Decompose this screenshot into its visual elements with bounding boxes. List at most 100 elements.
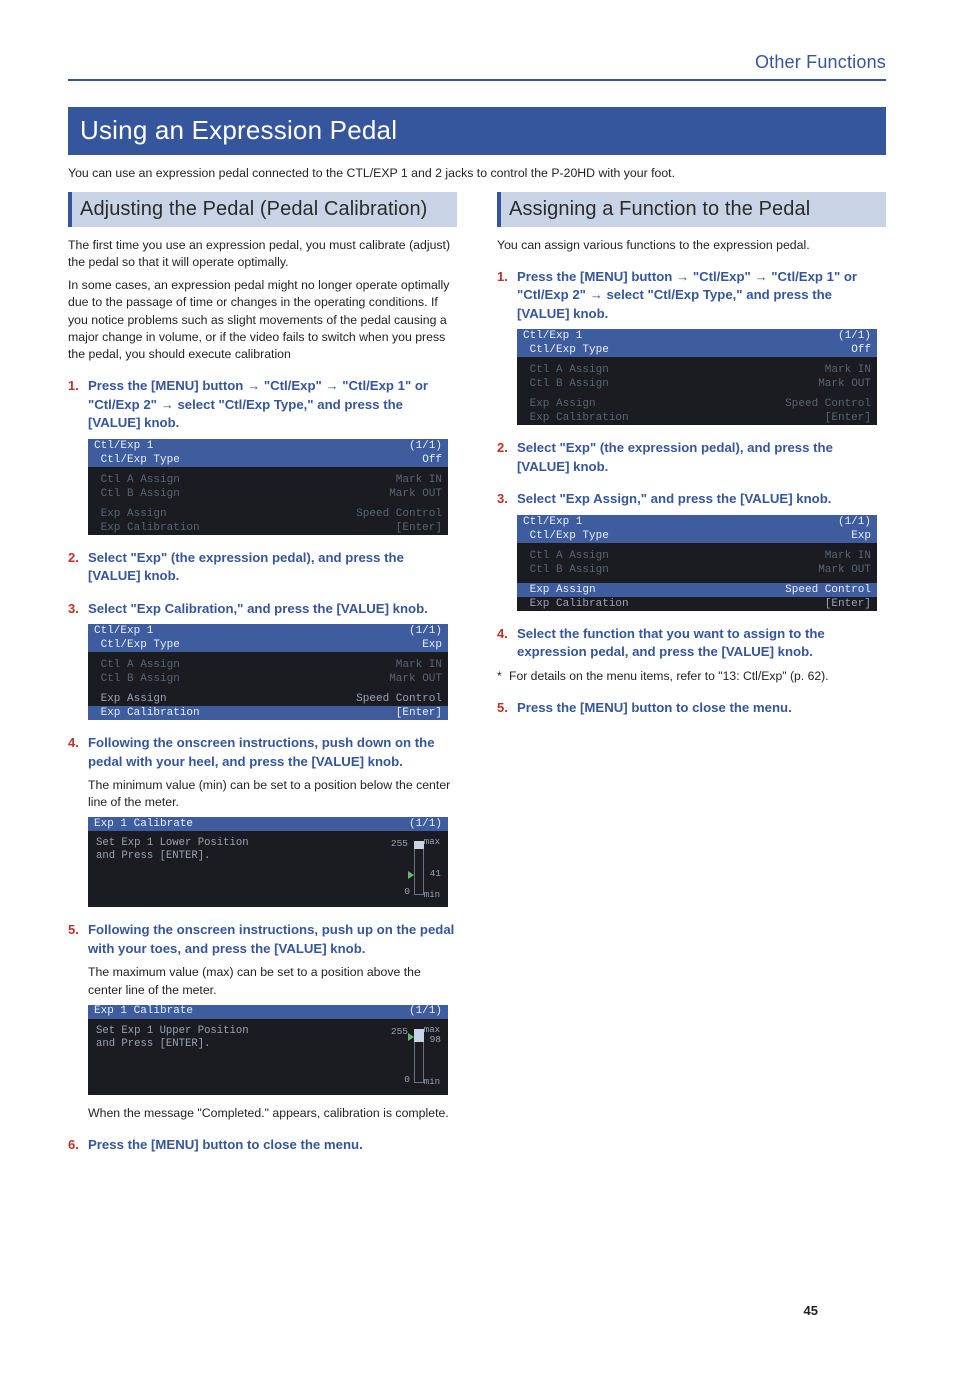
scr-row-value: Speed Control — [785, 397, 871, 411]
cal-instruction-2: and Press [ENTER]. — [96, 1038, 394, 1051]
cal-instruction-1: Set Exp 1 Upper Position — [96, 1025, 394, 1038]
scr-row-value: Mark OUT — [818, 377, 871, 391]
scr-row-label: Ctl A Assign — [523, 363, 609, 377]
step-body: Select "Exp Calibration," and press the … — [88, 600, 457, 618]
right-step-2: 2. Select "Exp" (the expression pedal), … — [497, 439, 886, 476]
scr-row-value: Mark IN — [825, 363, 871, 377]
cal-label-0: 0 — [404, 885, 410, 898]
left-step-6: 6. Press the [MENU] button to close the … — [68, 1136, 457, 1154]
left-step-5: 5. Following the onscreen instructions, … — [68, 921, 457, 958]
scr-header-right: (1/1) — [838, 515, 871, 529]
scr-row-value: Mark IN — [396, 658, 442, 672]
scr-header-left: Ctl/Exp 1 — [523, 329, 582, 343]
step-number: 1. — [68, 377, 82, 395]
scr-row-value: Exp — [851, 529, 871, 543]
step-number: 3. — [497, 490, 511, 508]
scr-header-left: Ctl/Exp 1 — [94, 439, 153, 453]
left-step-5-sub: The maximum value (max) can be set to a … — [88, 964, 457, 998]
scr-row-value: Off — [851, 343, 871, 357]
scr-row-label: Exp Calibration — [94, 521, 200, 535]
step-number: 3. — [68, 600, 82, 618]
cal-header-left: Exp 1 Calibrate — [94, 1004, 193, 1019]
cal-label-reading: 41 — [430, 867, 441, 880]
cal-label-max: max — [424, 836, 440, 849]
scr-row-value: [Enter] — [396, 521, 442, 535]
scr-row-value: Mark OUT — [818, 563, 871, 577]
scr-row-value: [Enter] — [825, 597, 871, 611]
right-step-1: 1. Press the [MENU] button → "Ctl/Exp" →… — [497, 268, 886, 323]
scr-row-value: Speed Control — [356, 507, 442, 521]
scr-row-label: Exp Calibration — [94, 706, 200, 720]
step-number: 2. — [497, 439, 511, 457]
cal-instruction-1: Set Exp 1 Lower Position — [96, 837, 394, 850]
scr-row-label: Ctl/Exp Type — [523, 343, 609, 357]
menu-screenshot-r1: Ctl/Exp 1 (1/1) Ctl/Exp Type Off Ctl A Ass… — [517, 329, 877, 425]
cal-label-reading: 98 — [430, 1033, 441, 1046]
left-step-5-complete: When the message "Completed." appears, c… — [88, 1105, 457, 1122]
step-body: Press the [MENU] button → "Ctl/Exp" → "C… — [517, 268, 886, 323]
calibrate-screenshot-lower: Exp 1 Calibrate(1/1) Set Exp 1 Lower Pos… — [88, 817, 448, 907]
scr-row-label: Ctl B Assign — [94, 487, 180, 501]
right-step-5: 5. Press the [MENU] button to close the … — [497, 699, 886, 717]
scr-row-label: Exp Assign — [94, 507, 167, 521]
scr-row-label: Ctl/Exp Type — [94, 638, 180, 652]
scr-row-value: Mark IN — [825, 549, 871, 563]
right-column: Assigning a Function to the Pedal You ca… — [497, 192, 886, 1161]
left-subtitle: Adjusting the Pedal (Pedal Calibration) — [68, 192, 457, 227]
scr-header-right: (1/1) — [838, 329, 871, 343]
step-number: 4. — [497, 625, 511, 643]
cal-meter: max min 255 0 98 — [394, 1025, 438, 1087]
step-body: Select "Exp Assign," and press the [VALU… — [517, 490, 886, 508]
step-number: 5. — [497, 699, 511, 717]
scr-row-value: Off — [422, 453, 442, 467]
scr-row-value: [Enter] — [396, 706, 442, 720]
scr-row-label: Exp Assign — [523, 583, 596, 597]
step-number: 2. — [68, 549, 82, 567]
scr-row-label: Ctl A Assign — [523, 549, 609, 563]
step-number: 4. — [68, 734, 82, 752]
scr-row-label: Exp Assign — [94, 692, 167, 706]
scr-row-label: Ctl/Exp Type — [94, 453, 180, 467]
scr-row-value: Mark OUT — [389, 672, 442, 686]
scr-row-label: Ctl B Assign — [523, 377, 609, 391]
scr-row-label: Exp Calibration — [523, 597, 629, 611]
scr-row-label: Ctl A Assign — [94, 473, 180, 487]
scr-header-left: Ctl/Exp 1 — [94, 624, 153, 638]
left-p2: In some cases, an expression pedal might… — [68, 277, 457, 363]
scr-row-label: Ctl A Assign — [94, 658, 180, 672]
right-note: *For details on the menu items, refer to… — [497, 668, 886, 685]
left-step-3: 3. Select "Exp Calibration," and press t… — [68, 600, 457, 618]
cal-label-0: 0 — [404, 1073, 410, 1086]
step-number: 6. — [68, 1136, 82, 1154]
right-step-4: 4. Select the function that you want to … — [497, 625, 886, 662]
step-number: 1. — [497, 268, 511, 286]
step-body: Select "Exp" (the expression pedal), and… — [517, 439, 886, 476]
page-number: 45 — [804, 1302, 818, 1320]
scr-row-value: Exp — [422, 638, 442, 652]
scr-row-label: Exp Assign — [523, 397, 596, 411]
cal-meter: max min 255 0 41 — [394, 837, 438, 899]
cal-header-left: Exp 1 Calibrate — [94, 817, 193, 832]
section-intro: You can use an expression pedal connecte… — [68, 165, 886, 182]
menu-screenshot-r2: Ctl/Exp 1 (1/1) Ctl/Exp Type Exp Ctl A Ass… — [517, 515, 877, 611]
right-p1: You can assign various functions to the … — [497, 237, 886, 254]
left-step-1: 1. Press the [MENU] button → "Ctl/Exp" →… — [68, 377, 457, 432]
scr-header-left: Ctl/Exp 1 — [523, 515, 582, 529]
scr-row-value: Speed Control — [356, 692, 442, 706]
scr-row-label: Ctl/Exp Type — [523, 529, 609, 543]
right-note-text: For details on the menu items, refer to … — [509, 669, 829, 683]
scr-row-label: Ctl B Assign — [94, 672, 180, 686]
cal-label-min: min — [424, 889, 440, 902]
left-step-4: 4. Following the onscreen instructions, … — [68, 734, 457, 771]
scr-header-right: (1/1) — [409, 624, 442, 638]
breadcrumb: Other Functions — [68, 50, 886, 75]
menu-screenshot-1: Ctl/Exp 1(1/1) Ctl/Exp TypeOff Ctl A Ass… — [88, 439, 448, 535]
step-body: Select "Exp" (the expression pedal), and… — [88, 549, 457, 586]
step-body: Press the [MENU] button → "Ctl/Exp" → "C… — [88, 377, 457, 432]
menu-screenshot-2: Ctl/Exp 1 (1/1) Ctl/Exp Type Exp Ctl A Ass… — [88, 624, 448, 720]
step-body: Following the onscreen instructions, pus… — [88, 921, 457, 958]
scr-row-value: [Enter] — [825, 411, 871, 425]
step-body: Select the function that you want to ass… — [517, 625, 886, 662]
calibrate-screenshot-upper: Exp 1 Calibrate(1/1) Set Exp 1 Upper Pos… — [88, 1005, 448, 1095]
cal-instruction-2: and Press [ENTER]. — [96, 850, 394, 863]
